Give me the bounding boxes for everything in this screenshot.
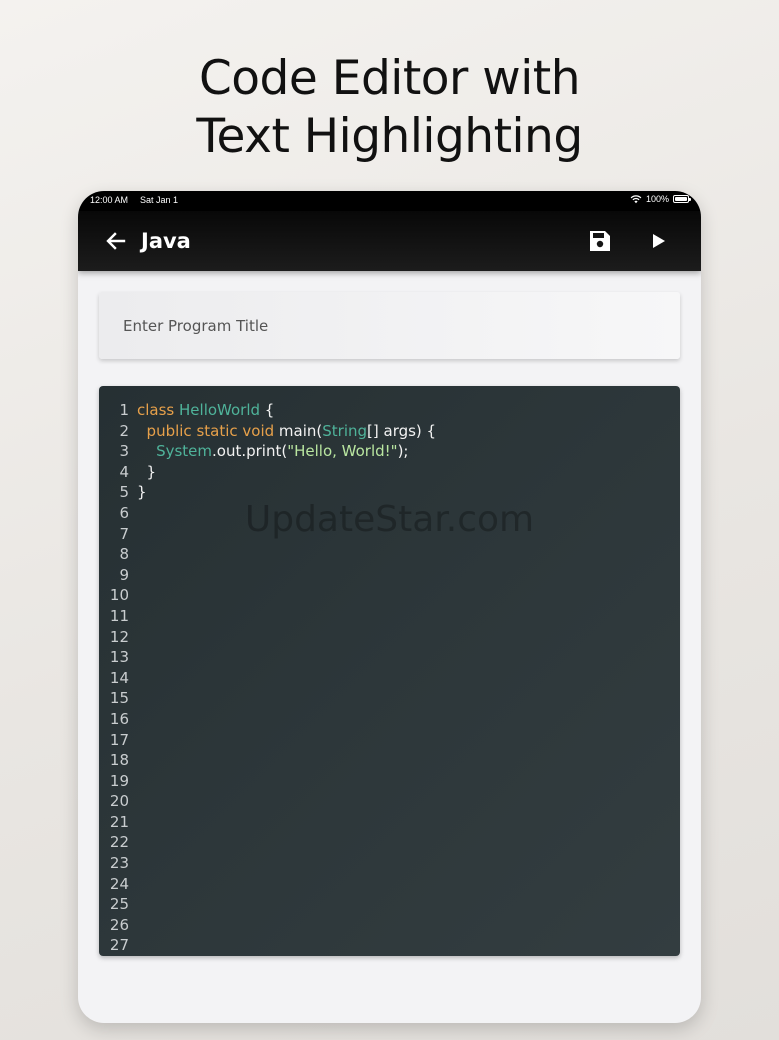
page-title: Java [141,229,191,253]
program-title-field [99,292,680,359]
line-number: 7 [119,524,129,543]
code-line: public static void main(String[] args) { [137,421,670,442]
line-number: 14 [109,668,129,687]
code-token-plain: { [260,401,275,419]
promo-headline-line-1: Code Editor with [198,51,581,106]
promo-headline: Code Editor with Text Highlighting [0,50,779,166]
battery-percent: 100% [645,194,669,204]
line-number: 4 [119,462,129,481]
line-number: 9 [119,565,129,584]
line-number: 19 [109,771,129,790]
line-number: 13 [109,648,129,667]
line-number: 2 [119,421,129,440]
line-number: 10 [109,586,129,605]
arrow-left-icon[interactable] [102,227,130,255]
code-token-plain: ); [397,442,409,461]
code-line: System.out.print("Hello, World!"); [137,441,670,462]
program-title-input[interactable] [99,292,680,359]
code-line: } [137,482,670,503]
line-number: 16 [109,709,129,728]
line-number: 21 [109,812,129,831]
tablet-frame: 12:00 AM Sat Jan 1 100% Java 1234 [78,191,701,1023]
code-token-type: String [322,421,368,440]
line-number: 24 [109,874,129,893]
code-token-type: HelloWorld [179,401,261,419]
line-number: 20 [109,792,129,811]
line-number: 5 [119,483,129,502]
line-number-gutter: 1 2 3 4 5 6 7 8 9 10 11 12 13 14 15 16 17 18 19 20 21 22 23 24 2… [99,400,129,956]
line-number: 1 [119,401,129,419]
line-number: 23 [109,854,129,873]
line-number: 3 [119,442,129,461]
watermark: UpdateStar.com [244,499,535,540]
wifi-icon [630,195,642,204]
line-number: 11 [109,606,129,625]
code-editor[interactable]: 1 2 3 4 5 6 7 8 9 10 11 12 13 14 15 16 17 18 19 20 21 22 23 24 2… [99,386,680,956]
code-token-type: System [156,442,213,461]
code-token-string: "Hello, World!" [287,442,398,461]
status-date: Sat Jan 1 [140,195,179,205]
line-number: 25 [109,895,129,914]
code-line: } [137,462,670,483]
battery-icon [673,195,691,203]
line-number: 26 [109,915,129,934]
floppy-disk-icon[interactable] [587,228,613,254]
code-token-plain: } [137,483,147,502]
line-number: 6 [119,503,129,522]
line-number: 15 [109,689,129,708]
code-token-plain: .out.print( [212,442,288,461]
status-time: 12:00 AM [90,195,129,205]
code-token-plain: [] args) { [367,421,437,440]
status-bar: 12:00 AM Sat Jan 1 100% [78,191,701,211]
line-number: 17 [109,730,129,749]
code-token-plain: } [137,462,157,481]
line-number: 8 [119,545,129,564]
line-number: 22 [109,833,129,852]
line-number: 18 [109,751,129,770]
code-token-plain: main( [278,421,323,440]
status-indicators: 100% [630,194,691,204]
play-icon[interactable] [645,228,671,254]
code-token-keyword: class [137,401,180,419]
promo-headline-line-2: Text Highlighting [196,109,583,164]
line-number: 27 [109,936,129,955]
code-line: class HelloWorld { [137,400,670,421]
line-number: 12 [109,627,129,646]
code-token-keyword: public static void [146,421,279,440]
app-bar: Java [78,211,701,271]
code-text-area[interactable]: class HelloWorld { public static void ma… [137,400,670,503]
